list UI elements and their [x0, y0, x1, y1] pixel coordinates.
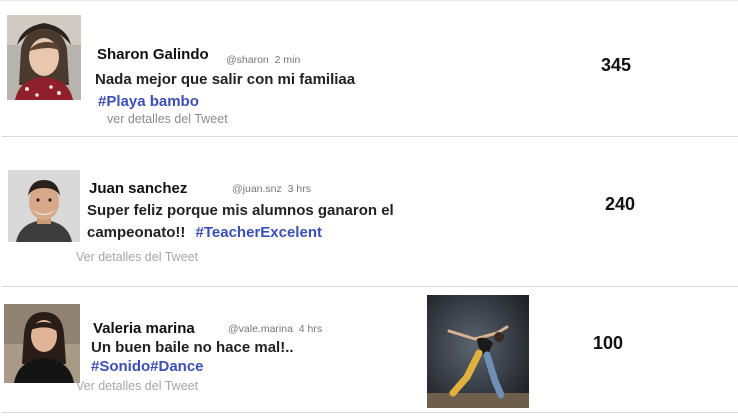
- author-name[interactable]: Juan sanchez: [89, 180, 187, 197]
- timestamp: 2 min: [274, 54, 301, 66]
- engagement-count: 240: [605, 194, 636, 214]
- view-details-link[interactable]: Ver detalles del Tweet: [76, 379, 198, 393]
- author-handle: @sharon 2 min: [226, 54, 300, 66]
- engagement-count: 100: [593, 333, 624, 353]
- avatar-juan[interactable]: [8, 170, 80, 242]
- tweet-text-line: campeonato!!: [87, 224, 186, 241]
- tweet-text-line: Super feliz porque mis alumnos ganaron e…: [87, 202, 394, 219]
- view-details-link[interactable]: ver detalles del Tweet: [107, 112, 228, 126]
- tweet-text: Super feliz porque mis alumnos ganaron e…: [87, 200, 487, 244]
- author-handle: @vale.marina 4 hrs: [228, 323, 322, 335]
- engagement-count: 345: [601, 55, 632, 75]
- timestamp: 4 hrs: [298, 323, 323, 335]
- handle-text[interactable]: @sharon: [226, 54, 269, 66]
- author-name[interactable]: Sharon Galindo: [97, 46, 209, 63]
- separator: [2, 136, 738, 137]
- hashtag-link[interactable]: #Playa bambo: [98, 91, 199, 113]
- tweet-text-line: Nada mejor que salir con mi familiaa: [95, 71, 356, 88]
- avatar-sharon[interactable]: [7, 15, 81, 100]
- handle-text[interactable]: @vale.marina: [228, 323, 293, 335]
- avatar-valeria[interactable]: [4, 304, 80, 383]
- separator: [2, 412, 738, 413]
- top-border: [0, 0, 738, 1]
- dance-photo[interactable]: [427, 295, 529, 408]
- tweet-text: Nada mejor que salir con mi familiaa: [95, 69, 415, 91]
- timestamp: 3 hrs: [287, 183, 311, 195]
- hashtag-link[interactable]: #Sonido#Dance: [91, 356, 204, 378]
- view-details-link[interactable]: Ver detalles del Tweet: [76, 250, 198, 264]
- author-name[interactable]: Valeria marina: [93, 320, 195, 337]
- handle-text[interactable]: @juan.snz: [232, 183, 282, 195]
- hashtag-link[interactable]: #TeacherExcelent: [196, 224, 322, 241]
- author-handle: @juan.snz 3 hrs: [232, 183, 311, 195]
- separator: [2, 286, 738, 287]
